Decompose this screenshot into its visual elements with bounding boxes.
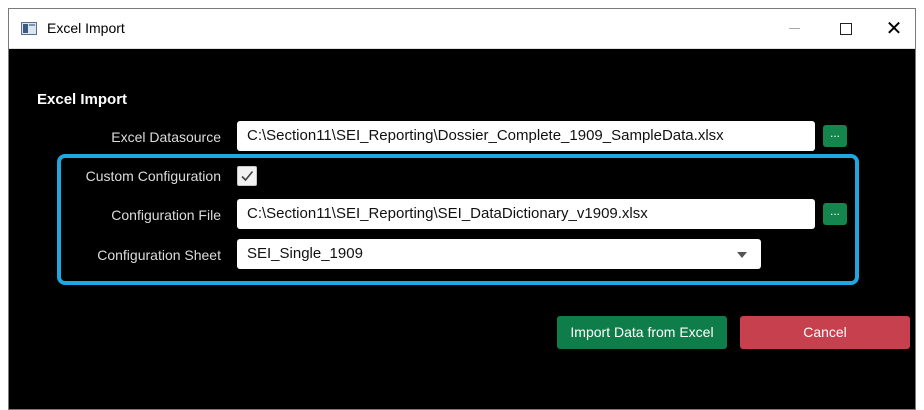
minimize-button[interactable] bbox=[771, 9, 817, 48]
cancel-button[interactable]: Cancel bbox=[740, 316, 910, 349]
excel-datasource-input[interactable]: C:\Section11\SEI_Reporting\Dossier_Compl… bbox=[237, 121, 815, 151]
maximize-icon bbox=[840, 22, 852, 35]
close-button[interactable]: ✕ bbox=[871, 9, 915, 48]
excel-datasource-browse-button[interactable]: ... bbox=[823, 125, 847, 147]
configuration-file-input[interactable]: C:\Section11\SEI_Reporting\SEI_DataDicti… bbox=[237, 199, 815, 229]
close-icon: ✕ bbox=[885, 18, 903, 40]
chevron-down-icon bbox=[737, 252, 747, 258]
custom-configuration-label: Custom Configuration bbox=[85, 168, 221, 184]
app-icon bbox=[21, 22, 37, 35]
window-title: Excel Import bbox=[47, 20, 125, 36]
import-data-button[interactable]: Import Data from Excel bbox=[557, 316, 727, 349]
checkmark-icon bbox=[241, 170, 254, 182]
configuration-sheet-value: SEI_Single_1909 bbox=[247, 245, 363, 262]
configuration-sheet-select[interactable]: SEI_Single_1909 bbox=[237, 239, 761, 269]
configuration-file-browse-button[interactable]: ... bbox=[823, 203, 847, 225]
section-title: Excel Import bbox=[37, 91, 128, 108]
excel-datasource-label: Excel Datasource bbox=[111, 129, 221, 145]
custom-configuration-checkbox[interactable] bbox=[237, 166, 257, 186]
title-bar: Excel Import ✕ bbox=[9, 9, 915, 49]
configuration-file-label: Configuration File bbox=[111, 207, 221, 223]
minimize-icon bbox=[788, 28, 800, 29]
excel-import-window: Excel Import ✕ Excel Import Excel Dataso… bbox=[8, 8, 916, 410]
configuration-sheet-label: Configuration Sheet bbox=[97, 247, 221, 263]
maximize-button[interactable] bbox=[823, 9, 869, 48]
